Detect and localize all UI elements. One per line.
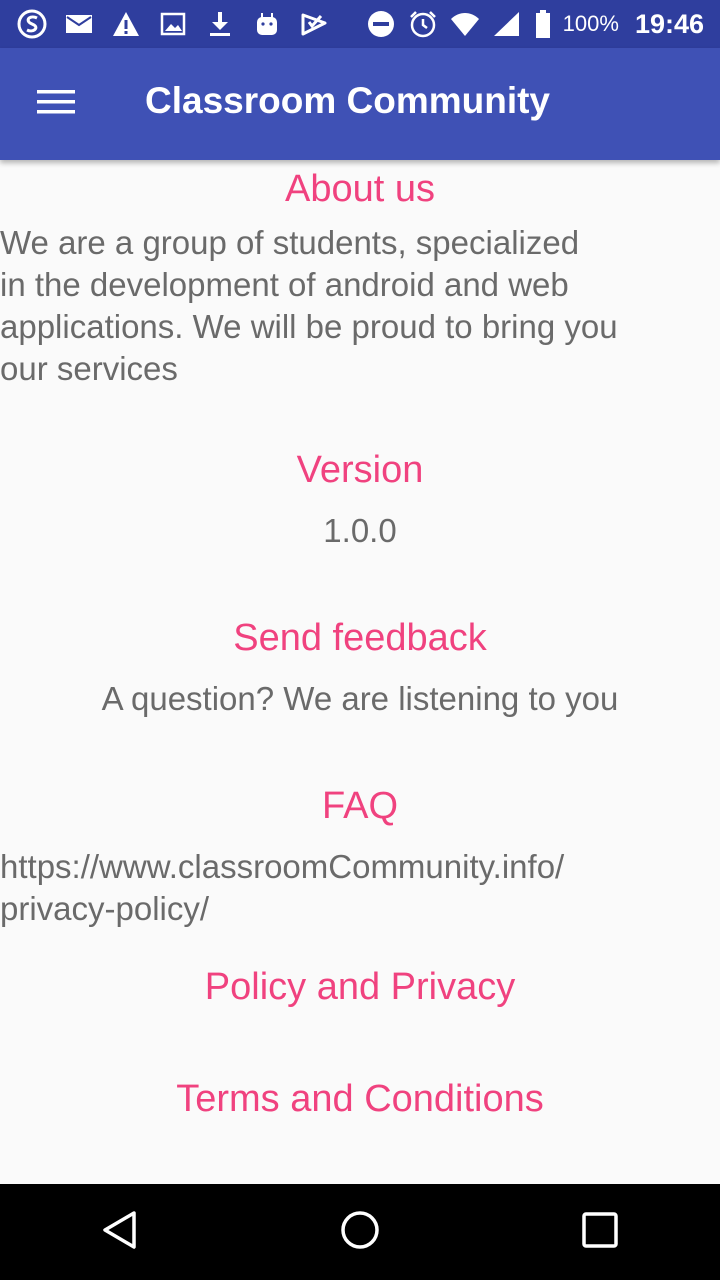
warning-icon xyxy=(110,8,142,40)
battery-percent: 100% xyxy=(562,11,619,36)
version-heading: Version xyxy=(296,449,424,491)
mail-icon xyxy=(63,8,95,40)
image-icon xyxy=(157,8,189,40)
back-triangle-icon xyxy=(100,1210,140,1255)
home-button[interactable] xyxy=(312,1184,408,1280)
app-title: Classroom Community xyxy=(145,80,551,121)
navigation-bar xyxy=(0,1184,720,1280)
app-bar: Classroom Community xyxy=(0,48,720,160)
about-us-text: We are a group of students, specialized … xyxy=(0,224,618,387)
about-us-heading: About us xyxy=(285,168,435,210)
recents-square-icon xyxy=(581,1211,619,1254)
battery-icon xyxy=(533,8,553,40)
signal-icon xyxy=(491,8,523,40)
hamburger-menu-icon xyxy=(36,87,76,122)
recents-button[interactable] xyxy=(552,1184,648,1280)
status-right: 100% 19:46 xyxy=(365,8,704,40)
home-circle-icon xyxy=(339,1209,381,1256)
status-bar: 100% 19:46 xyxy=(0,0,720,48)
do-not-disturb-icon xyxy=(365,8,397,40)
faq-link[interactable]: FAQ xyxy=(0,784,720,828)
status-clock: 19:46 xyxy=(634,8,704,39)
policy-and-privacy-link[interactable]: Policy and Privacy xyxy=(0,965,720,1009)
menu-button[interactable] xyxy=(20,68,92,140)
version-value: 1.0.0 xyxy=(323,512,397,549)
about-content: About us We are a group of students, spe… xyxy=(0,160,720,1184)
send-feedback-button[interactable]: Send feedback xyxy=(0,616,720,660)
wifi-icon xyxy=(449,8,481,40)
sync-s-icon xyxy=(16,8,48,40)
faq-url[interactable]: https://www.classroomCommunity.info/ pri… xyxy=(0,846,700,930)
terms-and-conditions-link[interactable]: Terms and Conditions xyxy=(0,1077,720,1121)
checkbox-icon xyxy=(298,8,330,40)
alarm-icon xyxy=(407,8,439,40)
feedback-text: A question? We are listening to you xyxy=(101,680,619,717)
download-icon xyxy=(204,8,236,40)
back-button[interactable] xyxy=(72,1184,168,1280)
android-icon xyxy=(251,8,283,40)
status-icons xyxy=(16,8,330,40)
